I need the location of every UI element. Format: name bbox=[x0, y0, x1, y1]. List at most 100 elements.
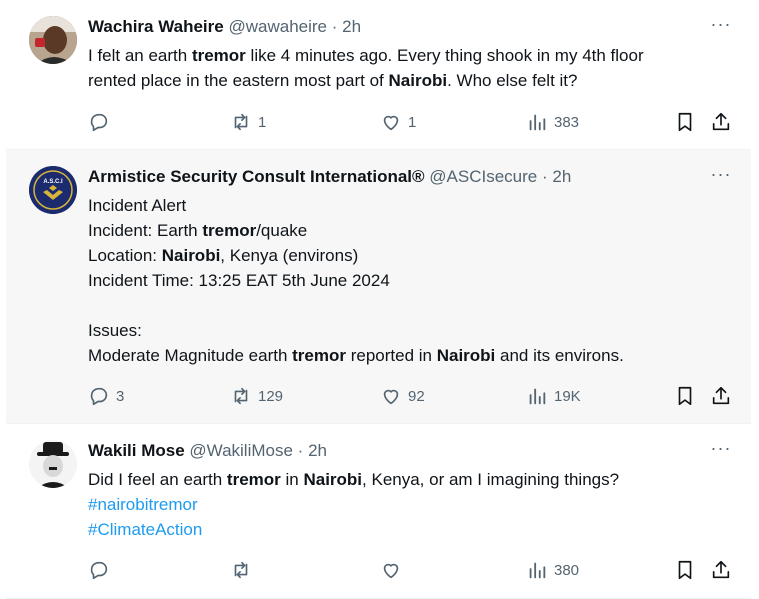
view-count: 19K bbox=[554, 387, 581, 405]
text-segment: , Kenya (environs) bbox=[220, 246, 359, 265]
text-segment: . Who else felt it? bbox=[447, 71, 578, 90]
text-segment: Did I feel an earth bbox=[88, 470, 227, 489]
separator-dot: · bbox=[297, 441, 304, 460]
avatar-photo bbox=[29, 16, 77, 64]
hashtag-link[interactable]: #ClimateAction bbox=[88, 520, 202, 539]
repost-count: 129 bbox=[258, 387, 284, 405]
reply-count: 3 bbox=[116, 387, 125, 405]
bookmark-button[interactable] bbox=[674, 108, 696, 136]
repost-icon bbox=[234, 561, 248, 579]
tweet-text-line: Incident: Earth tremor/quake bbox=[88, 218, 728, 243]
tweet[interactable]: Wakili Mose @WakiliMose · 2h ··· Did I f… bbox=[6, 424, 751, 599]
text-segment: Location: bbox=[88, 246, 162, 265]
highlighted-keyword: tremor bbox=[292, 346, 346, 365]
more-icon[interactable]: ··· bbox=[707, 438, 735, 458]
text-segment: reported in bbox=[345, 346, 437, 365]
repost-icon bbox=[234, 387, 248, 405]
share-button[interactable] bbox=[710, 556, 732, 584]
tweet-text-line: #nairobitremor bbox=[88, 492, 728, 517]
reply-button[interactable] bbox=[88, 556, 116, 584]
action-bar: 3 129 92 19K bbox=[88, 382, 739, 410]
bookmark-button[interactable] bbox=[674, 556, 696, 584]
timestamp[interactable]: 2h bbox=[308, 441, 327, 460]
highlighted-keyword: Nairobi bbox=[388, 71, 448, 90]
separator-dot: · bbox=[331, 17, 338, 36]
share-button[interactable] bbox=[710, 382, 732, 410]
views-button[interactable]: 383 bbox=[526, 108, 579, 136]
avatar[interactable] bbox=[29, 440, 77, 488]
author-name[interactable]: Wachira Waheire bbox=[88, 17, 224, 36]
repost-button[interactable]: 1 bbox=[230, 108, 266, 136]
text-segment: Issues: bbox=[88, 321, 142, 340]
highlighted-keyword: tremor bbox=[226, 470, 281, 489]
tweet-header: Wachira Waheire @wawaheire · 2h bbox=[88, 17, 361, 37]
action-bar: 380 bbox=[88, 556, 739, 584]
tweet-text-line: I felt an earth tremor like 4 minutes ag… bbox=[88, 43, 728, 68]
text-segment: in bbox=[280, 470, 304, 489]
views-button[interactable]: 380 bbox=[526, 556, 579, 584]
tweet-text-line: Issues: bbox=[88, 318, 728, 343]
text-segment: Incident: Earth bbox=[88, 221, 203, 240]
tweet-text-line: Location: Nairobi, Kenya (environs) bbox=[88, 243, 728, 268]
author-handle[interactable]: @WakiliMose bbox=[189, 441, 293, 460]
more-icon[interactable]: ··· bbox=[707, 14, 735, 34]
tweet-text-line: Did I feel an earth tremor in Nairobi, K… bbox=[88, 467, 728, 492]
views-button[interactable]: 19K bbox=[526, 382, 581, 410]
view-count: 383 bbox=[554, 113, 580, 131]
reply-icon bbox=[90, 113, 108, 132]
highlighted-keyword: tremor bbox=[202, 221, 257, 240]
timestamp[interactable]: 2h bbox=[552, 167, 571, 186]
avatar-photo bbox=[29, 440, 77, 488]
repost-button[interactable] bbox=[230, 556, 258, 584]
tweet-header: Wakili Mose @WakiliMose · 2h bbox=[88, 441, 327, 461]
timestamp[interactable]: 2h bbox=[342, 17, 361, 36]
reply-icon bbox=[90, 561, 108, 580]
more-icon[interactable]: ··· bbox=[707, 164, 735, 184]
bookmark-icon bbox=[678, 386, 692, 406]
author-name[interactable]: Wakili Mose bbox=[88, 441, 185, 460]
share-icon bbox=[712, 386, 730, 405]
hashtag-link[interactable]: #nairobitremor bbox=[88, 495, 198, 514]
bookmark-button[interactable] bbox=[674, 382, 696, 410]
reply-button[interactable] bbox=[88, 108, 116, 136]
tweet-text-line: Incident Time: 13:25 EAT 5th June 2024 bbox=[88, 268, 728, 293]
bookmark-icon bbox=[678, 560, 692, 580]
tweet-text-line: rented place in the eastern most part of… bbox=[88, 68, 728, 93]
avatar[interactable]: A.S.C.I bbox=[29, 166, 77, 214]
highlighted-keyword: tremor bbox=[191, 46, 246, 65]
text-segment: rented place in the eastern most part of bbox=[88, 71, 389, 90]
repost-icon bbox=[234, 113, 248, 131]
logo-text: A.S.C.I bbox=[43, 179, 63, 185]
tweet-text: Incident Alert Incident: Earth tremor/qua… bbox=[88, 193, 728, 368]
text-segment: /quake bbox=[256, 221, 308, 240]
author-handle[interactable]: @wawaheire bbox=[228, 17, 327, 36]
text-segment: I felt an earth bbox=[88, 46, 192, 65]
reply-button[interactable]: 3 bbox=[88, 382, 124, 410]
like-button[interactable]: 1 bbox=[380, 108, 416, 136]
views-icon bbox=[529, 114, 546, 131]
avatar[interactable] bbox=[29, 16, 77, 64]
tweet[interactable]: A.S.C.I Armistice Security Consult Inter… bbox=[6, 150, 751, 424]
text-segment: like 4 minutes ago. Every thing shook in… bbox=[245, 46, 644, 65]
share-icon bbox=[712, 560, 730, 579]
view-count: 380 bbox=[554, 561, 580, 579]
text-segment: Incident Alert bbox=[88, 196, 187, 215]
text-segment: Incident Time: 13:25 EAT 5th June 2024 bbox=[88, 271, 390, 290]
like-count: 1 bbox=[408, 113, 417, 131]
like-count: 92 bbox=[408, 387, 425, 405]
views-icon bbox=[529, 388, 546, 405]
tweet-text-line: #ClimateAction bbox=[88, 517, 728, 542]
author-name[interactable]: Armistice Security Consult International… bbox=[88, 167, 425, 186]
like-icon bbox=[383, 115, 399, 131]
tweet[interactable]: Wachira Waheire @wawaheire · 2h ··· I fe… bbox=[6, 0, 751, 150]
like-icon bbox=[383, 389, 399, 405]
share-button[interactable] bbox=[710, 108, 732, 136]
like-button[interactable] bbox=[380, 556, 408, 584]
tweet-text-line bbox=[88, 293, 728, 318]
text-segment: and its environs. bbox=[495, 346, 624, 365]
repost-button[interactable]: 129 bbox=[230, 382, 283, 410]
highlighted-keyword: Nairobi bbox=[436, 346, 496, 365]
highlighted-keyword: Nairobi bbox=[303, 470, 363, 489]
author-handle[interactable]: @ASCIsecure bbox=[429, 167, 537, 186]
like-button[interactable]: 92 bbox=[380, 382, 425, 410]
